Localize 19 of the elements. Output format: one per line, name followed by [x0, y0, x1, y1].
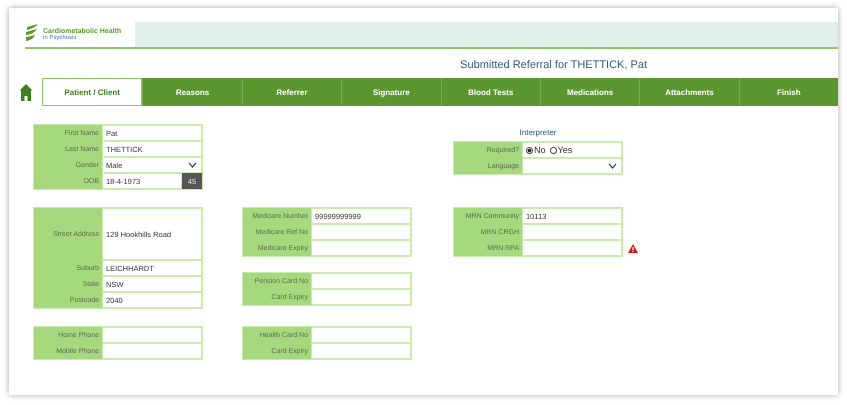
- text-field[interactable]: [522, 224, 622, 240]
- text-field[interactable]: [311, 343, 411, 359]
- text-field[interactable]: [311, 327, 411, 343]
- nav-tab[interactable]: Patient / Client: [42, 78, 142, 106]
- page-title: Submitted Referral for THETTICK, Pat: [459, 59, 648, 73]
- radio-option[interactable]: Yes: [550, 145, 572, 155]
- text-field[interactable]: [102, 327, 202, 343]
- text-field[interactable]: [311, 273, 411, 289]
- section-heading: Interpreter: [518, 128, 558, 138]
- text-field[interactable]: [522, 240, 622, 256]
- text-field[interactable]: [102, 343, 202, 359]
- text-field[interactable]: [311, 224, 411, 240]
- text-field[interactable]: [311, 289, 411, 305]
- home-icon[interactable]: [20, 84, 32, 100]
- text-field[interactable]: [311, 240, 411, 256]
- chevron-down-icon: [188, 162, 197, 168]
- radio-option[interactable]: No: [526, 145, 546, 155]
- dropdown-field[interactable]: [522, 158, 622, 174]
- chevron-down-icon: [608, 163, 617, 169]
